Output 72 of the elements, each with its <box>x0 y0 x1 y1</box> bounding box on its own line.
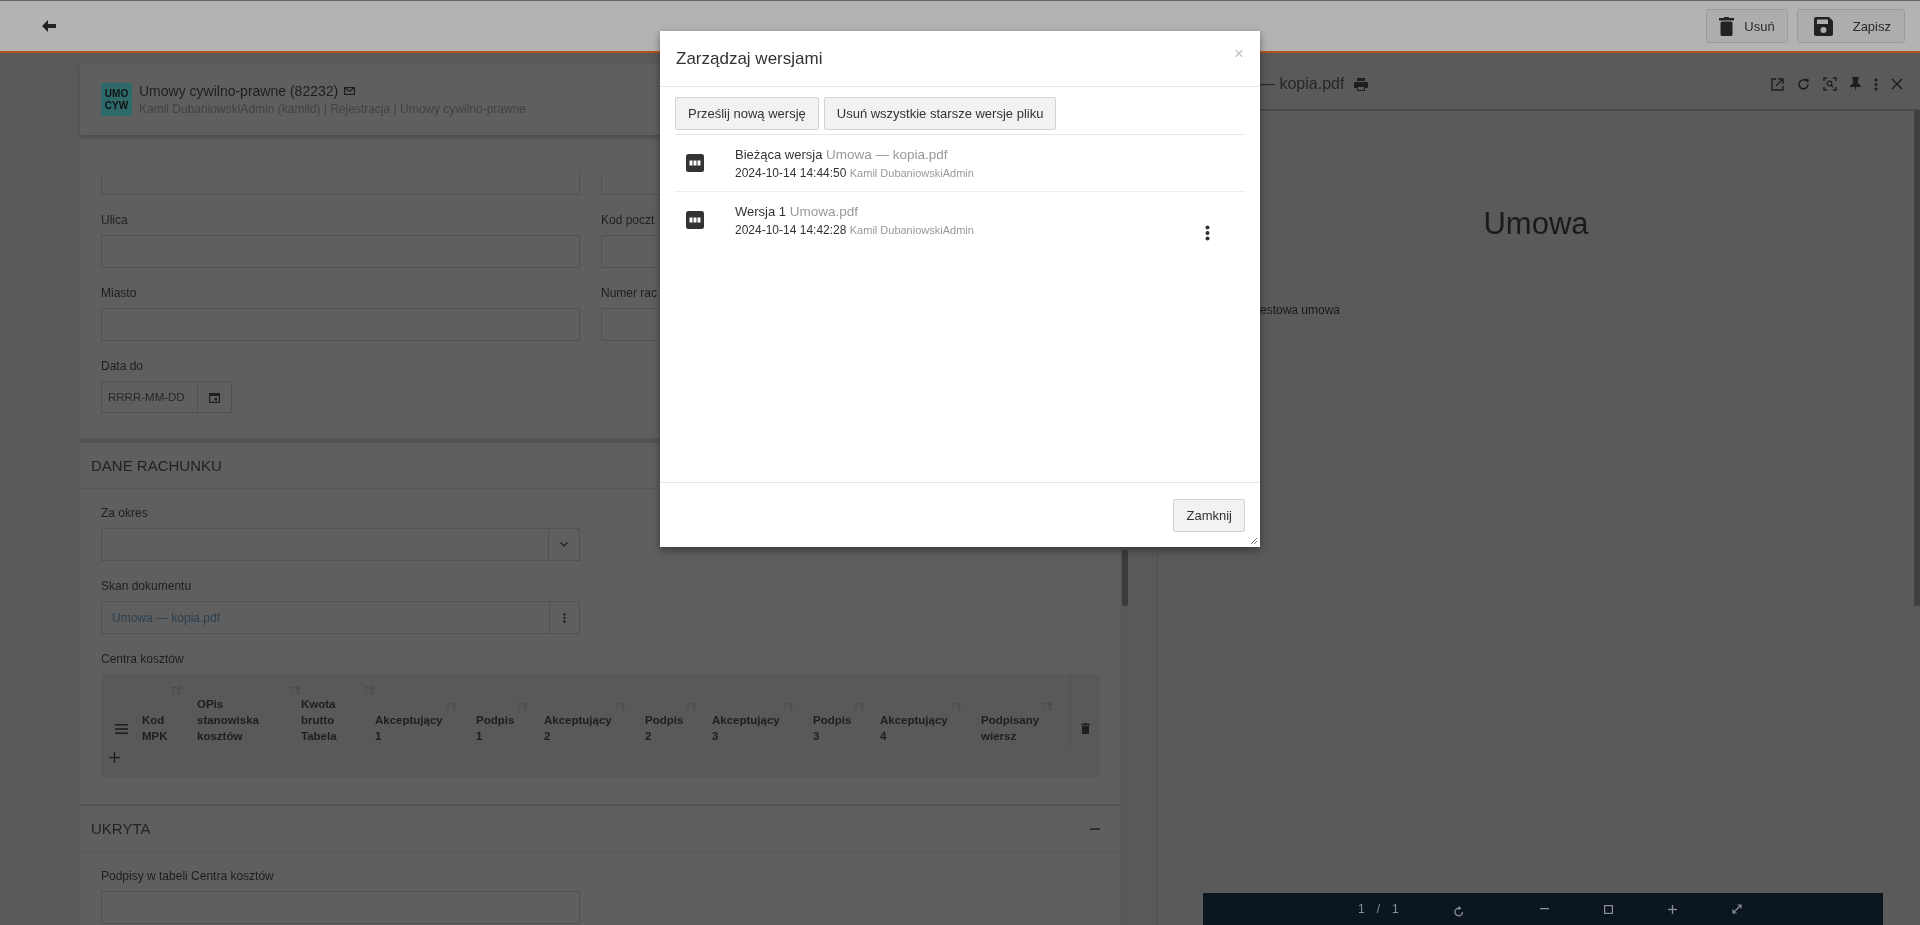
menu-icon <box>115 724 128 734</box>
plus-icon <box>109 752 120 763</box>
close-button[interactable]: × <box>1230 43 1248 64</box>
record-badge: UMO CYW <box>101 83 132 116</box>
version-row[interactable]: Bieżąca wersja Umowa — kopia.pdf 2024-10-14 14:44:50 Kamil DubaniowskiAdmin <box>675 135 1245 192</box>
version-title: Wersja 1 Umowa.pdf <box>735 203 859 219</box>
field-label: Za okres <box>101 505 148 521</box>
version-row[interactable]: Wersja 1 Umowa.pdf 2024-10-14 14:42:28 Kamil DubaniowskiAdmin <box>675 192 1245 248</box>
page-number: 1 <box>1358 902 1365 916</box>
delete-button[interactable]: Usuń <box>1706 9 1788 43</box>
scrollbar[interactable] <box>1122 550 1128 606</box>
back-arrow-icon <box>42 20 56 32</box>
print-icon[interactable] <box>1354 77 1369 91</box>
pdf-file-icon <box>686 211 704 229</box>
envelope-icon <box>344 87 356 95</box>
column-header[interactable]: Podpis 3 <box>813 712 852 744</box>
close-icon[interactable] <box>1891 78 1903 90</box>
trash-icon <box>1081 723 1090 734</box>
section-title: UKRYTA <box>91 820 151 837</box>
delete-old-versions-button[interactable]: Usuń wszystkie starsze wersje pliku <box>823 97 1057 130</box>
calendar-icon <box>209 391 220 403</box>
kebab-icon <box>1205 225 1210 241</box>
version-meta: 2024-10-14 14:42:28 Kamil DubaniowskiAdmin <box>735 222 974 237</box>
document-heading: Umowa <box>1483 206 1589 242</box>
fullscreen-icon[interactable] <box>1731 904 1742 914</box>
zoom-focus-icon[interactable] <box>1823 77 1837 91</box>
more-icon[interactable] <box>1874 77 1878 91</box>
close-dialog-button[interactable]: Zamknij <box>1173 498 1245 532</box>
field-label: Kod poczt <box>601 212 655 228</box>
field-label: Skan dokumentu <box>101 578 192 594</box>
zoom-in-icon[interactable] <box>1667 904 1677 914</box>
record-title: Umowy cywilno-prawne (82232) <box>139 83 339 99</box>
column-header[interactable]: Podpis 2 <box>645 712 684 744</box>
field-label: Data do <box>101 358 144 374</box>
select-field[interactable] <box>101 528 580 561</box>
resize-handle[interactable] <box>1250 537 1257 544</box>
kebab-icon <box>563 612 566 623</box>
pdf-file-icon <box>686 154 704 172</box>
version-title: Bieżąca wersja Umowa — kopia.pdf <box>735 146 949 162</box>
trash-icon <box>1719 16 1735 36</box>
column-header[interactable]: Akceptujący 4 <box>880 712 948 744</box>
back-button[interactable] <box>40 18 58 34</box>
column-header[interactable]: Podpisany wiersz <box>981 712 1040 744</box>
external-link-icon[interactable] <box>1771 77 1784 91</box>
field-label: Ulica <box>101 212 128 228</box>
add-row-button[interactable] <box>109 752 120 763</box>
version-meta: 2024-10-14 14:44:50 Kamil DubaniowskiAdmin <box>735 165 974 180</box>
fit-page-icon[interactable] <box>1603 904 1613 914</box>
pin-icon[interactable] <box>1850 77 1861 91</box>
save-button[interactable]: Zapisz <box>1796 9 1905 43</box>
column-header[interactable]: Akceptujący 2 <box>544 712 612 744</box>
delete-button[interactable] <box>1081 723 1090 734</box>
field-label: Numer rac <box>601 285 657 301</box>
refresh-icon[interactable] <box>1797 77 1810 91</box>
field-label: Centra kosztów <box>101 651 185 667</box>
page-separator: / <box>1376 902 1381 916</box>
column-header[interactable]: OPis stanowiska kosztów <box>197 696 259 744</box>
field-label: Miasto <box>101 285 137 301</box>
upload-version-button[interactable]: Prześlij nową wersję <box>675 97 819 130</box>
section-title: DANE RACHUNKU <box>91 457 222 474</box>
column-header[interactable]: Akceptujący 3 <box>712 712 780 744</box>
column-header[interactable]: Akceptujący 1 <box>375 712 443 744</box>
column-header[interactable]: Kwota brutto Tabela <box>301 696 337 744</box>
dialog-title: Zarządzaj wersjami <box>676 48 823 69</box>
date-field[interactable]: RRRR-MM-DD <box>101 381 198 413</box>
column-header[interactable]: Podpis 1 <box>476 712 515 744</box>
document-text: estowa umowa <box>1260 303 1342 317</box>
page-count: 1 <box>1392 902 1399 916</box>
field-label: Podpisy w tabeli Centra kosztów <box>101 868 274 884</box>
chevron-icon <box>560 542 568 547</box>
calendar-button[interactable] <box>198 381 232 413</box>
column-header[interactable]: Kod MPK <box>142 712 168 744</box>
